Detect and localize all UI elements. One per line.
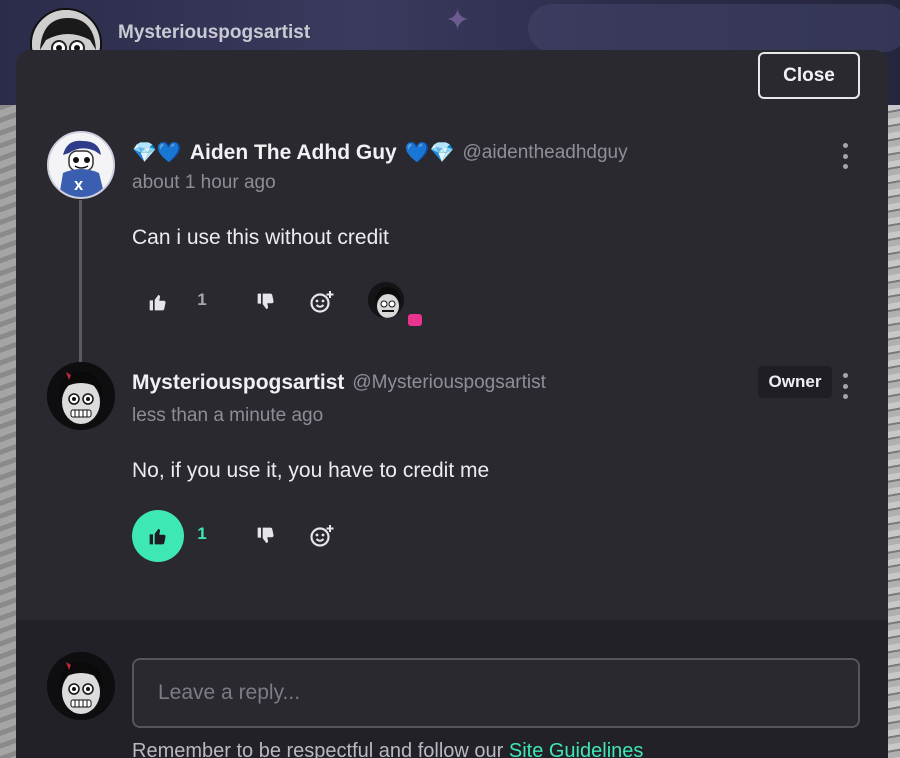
guidelines-text: Remember to be respectful and follow our [132,740,509,758]
dislike-button[interactable] [252,522,280,550]
comment-timestamp: about 1 hour ago [132,172,276,193]
comment-text: Can i use this without credit [132,226,389,249]
svg-text:X: X [74,179,84,193]
owner-badge: Owner [758,366,832,398]
guidelines-note: Remember to be respectful and follow our… [132,740,643,758]
comment-text: No, if you use it, you have to credit me [132,459,490,482]
banner-cloud-decoration [528,4,900,52]
dislike-button[interactable] [252,288,280,316]
reaction-indicator-icon [408,314,422,326]
add-reaction-button[interactable] [306,286,338,318]
comments-modal: Close X 💎💙 Aiden The Adhd Guy 💙💎 @aident… [16,50,888,758]
background-artwork-edge-left [0,105,16,758]
comment-author-name[interactable]: Mysteriouspogsartist [132,371,344,395]
comment-item: Mysteriouspogsartist @Mysteriouspogsarti… [16,362,888,582]
comment-author-row: 💎💙 Aiden The Adhd Guy 💙💎 @aidentheadhdgu… [132,140,628,165]
thumbs-up-icon [149,528,166,545]
comment-timestamp: less than a minute ago [132,405,324,426]
like-button[interactable] [132,510,184,562]
avatar[interactable] [47,362,115,430]
comment-item: X 💎💙 Aiden The Adhd Guy 💙💎 @aidentheadhd… [16,130,888,330]
comment-author-handle[interactable]: @Mysteriouspogsartist [352,372,546,394]
more-vertical-icon[interactable] [840,143,850,169]
add-reaction-icon [310,525,334,547]
comment-author-name[interactable]: Aiden The Adhd Guy [190,141,397,165]
comment-actions: 1 [132,510,532,562]
comment-author-row: Mysteriouspogsartist @Mysteriouspogsarti… [132,371,546,395]
like-count: 1 [197,524,207,543]
banner-star-icon: ✦ [445,3,471,38]
close-button[interactable]: Close [758,52,860,99]
reply-input[interactable] [132,658,860,728]
reaction-avatar[interactable] [366,280,406,320]
avatar[interactable]: X [47,131,115,199]
thumbs-up-icon [149,294,166,311]
thumbs-down-icon [257,293,274,310]
background-profile-name: Mysteriouspogsartist [118,22,311,43]
add-reaction-button[interactable] [306,520,338,552]
more-vertical-icon[interactable] [840,373,850,399]
add-reaction-icon [310,291,334,313]
thumbs-down-icon [257,527,274,544]
avatar [47,652,115,720]
reply-section: Remember to be respectful and follow our… [16,620,888,758]
like-count: 1 [197,290,207,309]
author-prefix-emoji: 💎💙 [132,142,182,164]
like-button[interactable] [132,276,184,328]
comment-actions: 1 [132,276,532,328]
author-suffix-emoji: 💙💎 [404,142,455,164]
site-guidelines-link[interactable]: Site Guidelines [509,740,644,758]
background-artwork-edge-right [888,105,900,758]
comment-author-handle[interactable]: @aidentheadhdguy [463,142,628,164]
